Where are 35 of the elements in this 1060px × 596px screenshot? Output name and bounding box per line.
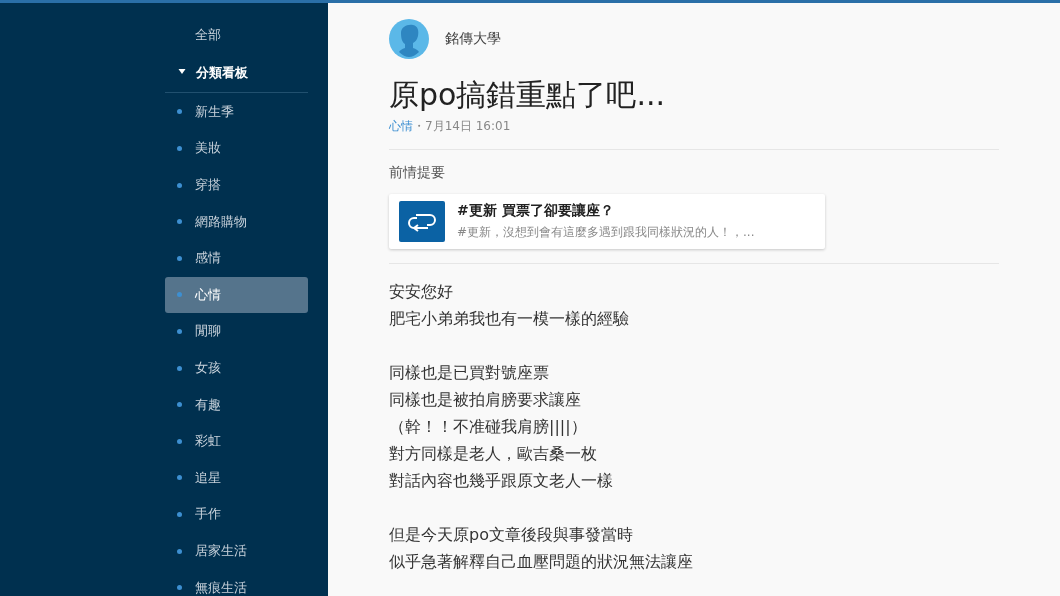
post-date: ・7月14日 16:01 xyxy=(413,118,511,135)
section-heading: 前情提要 xyxy=(389,164,446,182)
sidebar-item[interactable]: 有趣 xyxy=(165,386,308,423)
sidebar-item[interactable]: 追星 xyxy=(165,459,308,497)
sidebar-item[interactable]: 閒聊 xyxy=(165,313,308,350)
sidebar-item[interactable]: 女孩 xyxy=(165,349,308,387)
avatar-icon xyxy=(389,19,429,59)
linked-post-title: #更新 買票了卻要讓座？ xyxy=(457,202,615,220)
sidebar-item[interactable]: 全部 xyxy=(165,17,308,54)
linked-post-excerpt: #更新，沒想到會有這麼多遇到跟我同樣狀況的人！，... xyxy=(457,224,755,241)
section-header[interactable]: 分類看板 xyxy=(165,53,308,93)
post-text-line: （幹！！不准碰我肩膀||||） xyxy=(389,416,588,438)
sidebar-item[interactable]: 手作 xyxy=(165,496,308,533)
sidebar-item[interactable]: 居家生活 xyxy=(165,532,308,570)
sidebar-item[interactable]: 彩虹 xyxy=(165,422,308,460)
sidebar-item[interactable]: 無痕生活 xyxy=(165,569,308,596)
board-link[interactable]: 心情 xyxy=(389,118,413,135)
link-icon xyxy=(399,201,445,242)
sidebar-item[interactable]: 新生季 xyxy=(165,93,308,131)
post-text-line: 肥宅小弟弟我也有一模一樣的經驗 xyxy=(389,308,630,330)
post-title: 原po搞錯重點了吧... xyxy=(389,76,666,114)
linked-post-card[interactable]: #更新 買票了卻要讓座？ #更新，沒想到會有這麼多遇到跟我同樣狀況的人！，... xyxy=(389,194,825,249)
post-text-line: 但是今天原po文章後段與事發當時 xyxy=(389,524,634,546)
post-text-line: 對話內容也幾乎跟原文老人一樣 xyxy=(389,470,614,492)
sidebar-item[interactable]: 網路購物 xyxy=(165,203,308,240)
sidebar-item[interactable]: 心情 xyxy=(165,276,308,314)
post-text-line: 同樣也是已買對號座票 xyxy=(389,362,550,384)
post-text-line: 同樣也是被拍肩膀要求讓座 xyxy=(389,389,582,411)
sidebar-item[interactable]: 美妝 xyxy=(165,130,308,167)
sidebar-item[interactable]: 穿搭 xyxy=(165,166,308,204)
post-text-line: 似乎急著解釋自己血壓問題的狀況無法讓座 xyxy=(389,551,694,573)
post-text-line: 安安您好 xyxy=(389,281,454,303)
author-name: 銘傳大學 xyxy=(445,30,501,48)
post-text-line: 對方同樣是老人，歐吉桑一枚 xyxy=(389,443,598,465)
sidebar-item[interactable]: 感情 xyxy=(165,239,308,277)
